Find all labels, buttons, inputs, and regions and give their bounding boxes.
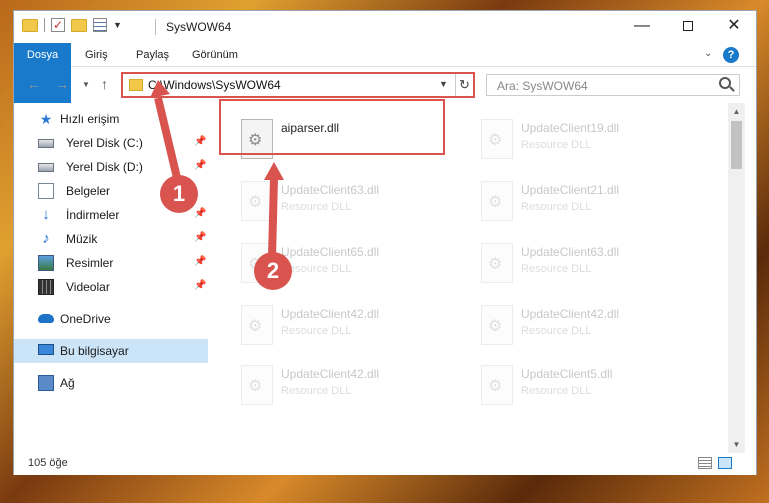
arrow-to-file (268, 177, 278, 259)
step-callout-2: 2 (254, 252, 292, 290)
arrow-to-address-bar (154, 97, 182, 183)
arrowhead-file (264, 162, 284, 180)
arrowhead-address-bar (150, 80, 170, 98)
annotation-arrows (150, 80, 284, 259)
step-callout-1: 1 (160, 175, 198, 213)
